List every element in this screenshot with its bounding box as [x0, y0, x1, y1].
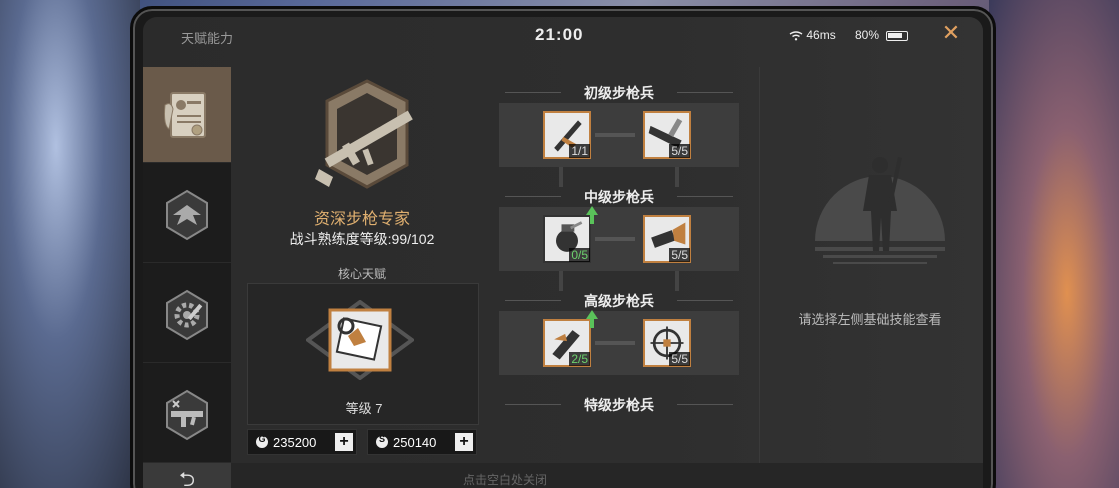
core-talent-box: 等级 7	[247, 283, 479, 425]
battery-icon	[886, 30, 909, 41]
talent-rank-name: 资深步枪专家	[313, 211, 410, 228]
close-icon[interactable]: ✕	[939, 21, 963, 45]
tier-row-advanced: 2/5 5/5	[499, 310, 739, 375]
gear-wrench-icon	[166, 289, 208, 340]
wing-emblem-icon	[166, 189, 208, 240]
proficiency-level: 战斗熟练度等级:99/102	[289, 231, 435, 247]
tier-title-expert: 特级步枪兵	[499, 395, 739, 415]
clock: 21:00	[535, 25, 584, 44]
ping-text: 46ms	[806, 28, 836, 42]
tab-rifle-badge[interactable]	[143, 367, 231, 463]
skill-count: 2/5	[569, 352, 590, 366]
skill-slot-advanced-1[interactable]: 2/5	[543, 310, 598, 367]
skill-count: 5/5	[669, 352, 690, 366]
tier-title-intermediate: 中级步枪兵	[499, 187, 739, 207]
tier-title-basic: 初级步枪兵	[499, 83, 739, 103]
soldier-silhouette-icon	[815, 157, 945, 264]
tab-wing-emblem[interactable]	[143, 167, 231, 263]
tap-to-close-hint: 点击空白处关闭	[463, 473, 548, 487]
bottom-bar: ⮌ 点击空白处关闭	[143, 463, 983, 488]
tier-row-basic: 1/1 5/5	[499, 103, 739, 167]
tab-gear-wrench[interactable]	[143, 267, 231, 363]
add-silver-button[interactable]: +	[455, 433, 473, 451]
certificate-icon	[164, 91, 206, 138]
background-right	[989, 0, 1119, 488]
skill-count: 5/5	[669, 144, 690, 158]
skill-slot-intermediate-2[interactable]: 5/5	[643, 215, 691, 263]
tab-certificate[interactable]	[143, 67, 231, 163]
wifi-icon	[789, 31, 803, 41]
gold-currency: G 235200 +	[247, 429, 357, 455]
gold-amount: 235200	[273, 434, 317, 450]
rifle-emblem-icon	[315, 79, 413, 189]
skill-slot-advanced-2[interactable]: 5/5	[643, 319, 691, 367]
profile-panel: 资深步枪专家 战斗熟练度等级:99/102 核心天赋 等级 7 G 235200…	[241, 67, 483, 463]
talent-screen: 天赋能力 21:00 46ms 80% ✕ 资深步枪专家 战斗熟练度等级:99/…	[143, 17, 983, 488]
status-bar: 天赋能力 21:00 46ms 80% ✕	[143, 17, 983, 59]
upgrade-arrow-icon	[586, 206, 598, 215]
skill-slot-basic-1[interactable]: 1/1	[543, 111, 591, 159]
upgrade-arrow-icon	[586, 310, 598, 319]
select-skill-hint: 请选择左侧基础技能查看	[798, 312, 942, 327]
battery-status: 80%	[855, 28, 909, 42]
talent-category-sidebar	[143, 67, 231, 463]
silver-amount: 250140	[393, 434, 437, 450]
core-talent-icon[interactable]	[306, 300, 414, 380]
rifle-badge-icon	[166, 389, 208, 440]
device-frame: 天赋能力 21:00 46ms 80% ✕ 资深步枪专家 战斗熟练度等级:99/…	[130, 6, 996, 488]
background-left	[0, 0, 140, 488]
skill-tree: 初级步枪兵 1/1 5/5 中级步枪兵 0/5 5/5 高级步枪兵 2/5 5/…	[499, 67, 739, 463]
silver-coin-icon: S	[376, 434, 388, 448]
tier-row-intermediate: 0/5 5/5	[499, 206, 739, 271]
skill-slot-intermediate-1[interactable]: 0/5	[543, 206, 598, 263]
back-arrow-icon: ⮌	[178, 469, 196, 488]
silver-currency: S 250140 +	[367, 429, 477, 455]
skill-count: 5/5	[669, 248, 690, 262]
core-talent-level: 等级 7	[345, 401, 383, 416]
gold-coin-icon: G	[256, 434, 268, 448]
skill-detail-panel: 请选择左侧基础技能查看	[759, 67, 979, 463]
network-status: 46ms	[789, 28, 836, 42]
back-button[interactable]: ⮌	[143, 463, 231, 488]
core-talent-label: 核心天赋	[337, 267, 386, 281]
tier-title-advanced: 高级步枪兵	[499, 291, 739, 311]
battery-text: 80%	[855, 28, 880, 42]
add-gold-button[interactable]: +	[335, 433, 353, 451]
skill-count: 1/1	[569, 144, 590, 158]
skill-slot-basic-2[interactable]: 5/5	[643, 111, 691, 159]
skill-count: 0/5	[569, 248, 590, 262]
app-title: 天赋能力	[181, 31, 234, 46]
